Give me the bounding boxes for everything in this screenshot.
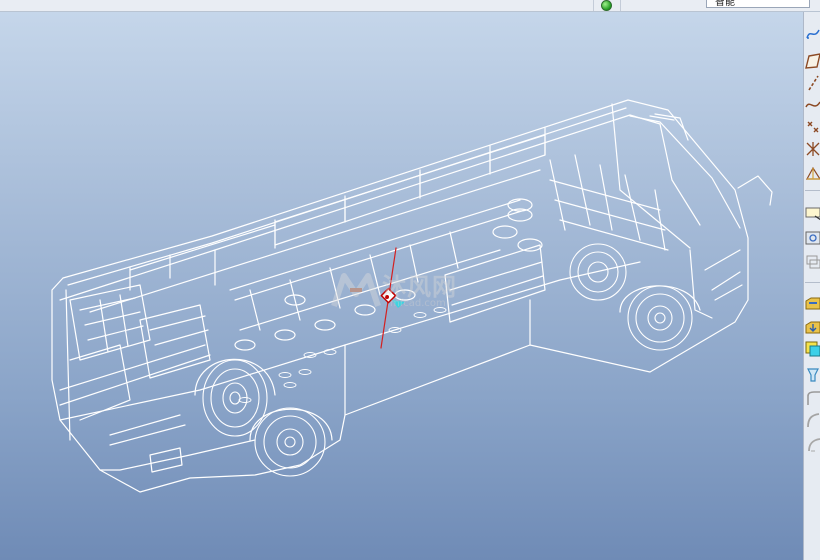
selection-filter-select[interactable]: 智能 xyxy=(706,0,810,8)
view-manager-icon[interactable] xyxy=(805,230,820,248)
blend-icon[interactable] xyxy=(805,390,820,408)
toolbar-separator xyxy=(593,0,594,11)
datum-point-icon[interactable] xyxy=(805,118,820,136)
watermark-text: 沐风网 xyxy=(382,273,457,301)
analysis-icon[interactable] xyxy=(805,204,820,222)
datum-axis-icon[interactable] xyxy=(805,74,820,92)
chamfer-icon[interactable] xyxy=(805,436,820,454)
sketch-curve-icon[interactable] xyxy=(805,26,820,44)
graphics-viewport[interactable]: 沐风网 mfcad.com xyxy=(0,12,803,560)
watermark-url: mfcad.com xyxy=(390,298,446,309)
watermark-logo-icon xyxy=(331,273,381,307)
insert-feature-icon[interactable] xyxy=(805,294,820,312)
regenerate-status-icon[interactable] xyxy=(601,0,612,11)
round-icon[interactable] xyxy=(805,412,820,430)
layer-icon[interactable] xyxy=(805,254,820,272)
toolbar-separator xyxy=(805,190,820,191)
coordinate-system-icon[interactable] xyxy=(805,164,820,182)
top-toolbar: 智能 xyxy=(0,0,820,12)
extrude-icon[interactable] xyxy=(805,318,820,336)
toolbar-separator xyxy=(805,282,820,283)
revolve-icon[interactable] xyxy=(805,340,820,358)
toolbar-separator xyxy=(620,0,621,11)
point-offset-icon[interactable] xyxy=(805,140,820,158)
watermark: 沐风网 mfcad.com xyxy=(330,267,500,313)
right-feature-toolbar xyxy=(803,12,820,560)
datum-plane-icon[interactable] xyxy=(805,52,820,70)
sweep-icon[interactable] xyxy=(805,366,820,384)
datum-curve-icon[interactable] xyxy=(805,96,820,114)
